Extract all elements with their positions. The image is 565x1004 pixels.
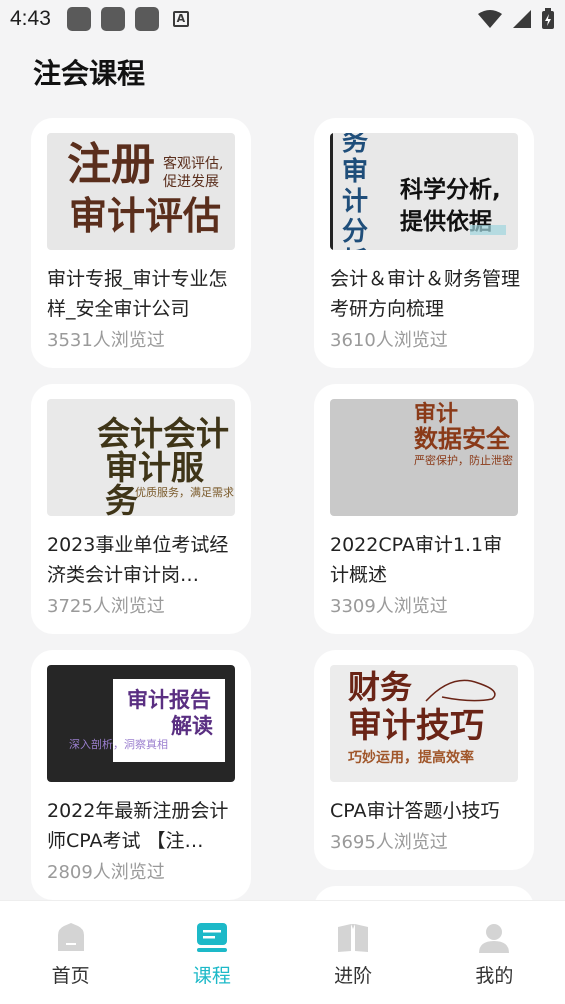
course-view-count: 3610人浏览过: [330, 330, 448, 351]
course-card[interactable]: 审计报告 解读 深入剖析，洞察真相 2022年最新注册会计师CPA考试 【注… …: [31, 650, 251, 900]
thumbnail-headline: 数据安全: [414, 424, 510, 453]
thumbnail-headline: 审计: [414, 401, 459, 427]
thumbnail-headline: 审计技巧: [348, 706, 484, 746]
tab-label: 首页: [51, 965, 90, 987]
course-view-count: 3695人浏览过: [330, 832, 448, 853]
home-icon: [57, 923, 84, 951]
thumbnail-subtitle: 客观评估, 促进发展: [163, 156, 224, 190]
course-title: CPA审计答题小技巧: [330, 800, 500, 822]
keyboard-icon: A: [172, 11, 189, 27]
course-view-count: 2809人浏览过: [47, 862, 165, 883]
course-view-count: 3309人浏览过: [330, 596, 448, 617]
thumbnail-headline: 审计评估: [69, 193, 222, 238]
wifi-icon: [478, 10, 502, 28]
thumbnail-subtitle: 巧妙运用，提高效率: [348, 750, 474, 766]
course-thumbnail: 审计报告 解读 深入剖析，洞察真相: [47, 665, 235, 782]
course-thumbnail: 务审计分析 科学分析, 提供依据: [330, 133, 518, 250]
course-thumbnail: 财务 审计技巧 巧妙运用，提高效率: [330, 665, 518, 782]
page-title: 注会课程: [33, 57, 146, 90]
thumbnail-divider: [330, 133, 333, 250]
thumbnail-subtitle: 深入剖析，洞察真相: [69, 738, 168, 751]
course-card[interactable]: 会计会计 审计服务 优质服务，满足需求 2023事业单位考试经济类会计审计岗… …: [31, 384, 251, 634]
battery-icon: [542, 8, 554, 29]
course-thumbnail: 会计会计 审计服务 优质服务，满足需求: [47, 399, 235, 516]
status-time: 4:43: [10, 7, 51, 30]
signal-icon: [513, 10, 531, 28]
course-card[interactable]: 务审计分析 科学分析, 提供依据 会计＆审计＆财务管理考研方向梳理 3610人浏…: [314, 118, 534, 368]
status-bar: 4:43 A: [0, 0, 565, 38]
thumbnail-headline: 解读: [171, 713, 213, 738]
tab-advanced[interactable]: 进阶: [283, 901, 424, 1004]
course-view-count: 3531人浏览过: [47, 330, 165, 351]
thumbnail-subtitle: 严密保护，防止泄密: [414, 454, 513, 467]
course-title: 会计＆审计＆财务管理考研方向梳理: [330, 268, 520, 320]
tab-course[interactable]: 课程: [141, 901, 282, 1004]
tab-label: 进阶: [334, 965, 373, 987]
user-icon: [479, 924, 510, 953]
bottom-tab-bar: 首页 课程 进阶 我的: [0, 900, 565, 1004]
thumbnail-headline: 审计报告: [127, 687, 211, 712]
course-title: 2022年最新注册会计师CPA考试 【注…: [47, 800, 229, 852]
tab-home[interactable]: 首页: [0, 901, 141, 1004]
course-title: 2023事业单位考试经济类会计审计岗…: [47, 534, 229, 586]
course-icon: [196, 923, 227, 952]
course-view-count: 3725人浏览过: [47, 596, 165, 617]
tab-mine[interactable]: 我的: [424, 901, 565, 1004]
notification-icon: [100, 7, 125, 31]
course-card[interactable]: 财务 审计技巧 巧妙运用，提高效率 CPA审计答题小技巧 3695人浏览过: [314, 650, 534, 870]
course-card[interactable]: 审计 数据安全 严密保护，防止泄密 2022CPA审计1.1审计概述 3309人…: [314, 384, 534, 634]
course-card[interactable]: 注册 审计评估 客观评估, 促进发展 审计专报_审计专业怎样_安全审计公司 35…: [31, 118, 251, 368]
thumbnail-headline: 审计服务: [105, 448, 204, 516]
thumbnail-headline: 会计会计: [97, 414, 229, 453]
course-title: 审计专报_审计专业怎样_安全审计公司: [47, 268, 228, 320]
notification-icon: [134, 7, 159, 31]
thumbnail-vertical-text: 务审计分析: [342, 133, 369, 250]
thumbnail-headline: 注册: [67, 139, 155, 190]
notification-icon: [66, 7, 91, 31]
book-icon: [338, 924, 369, 952]
thumbnail-headline: 财务: [348, 668, 413, 706]
course-thumbnail: 审计 数据安全 严密保护，防止泄密: [330, 399, 518, 516]
thumbnail-accent: [470, 225, 506, 235]
thumbnail-subtitle: 优质服务，满足需求: [135, 486, 234, 499]
course-thumbnail: 注册 审计评估 客观评估, 促进发展: [47, 133, 235, 250]
tab-label: 我的: [475, 965, 514, 987]
thumbnail-headline: 科学分析,: [400, 177, 501, 203]
course-title: 2022CPA审计1.1审计概述: [330, 534, 503, 586]
tab-label: 课程: [192, 965, 231, 987]
thumbnail-flourish: [425, 679, 496, 702]
